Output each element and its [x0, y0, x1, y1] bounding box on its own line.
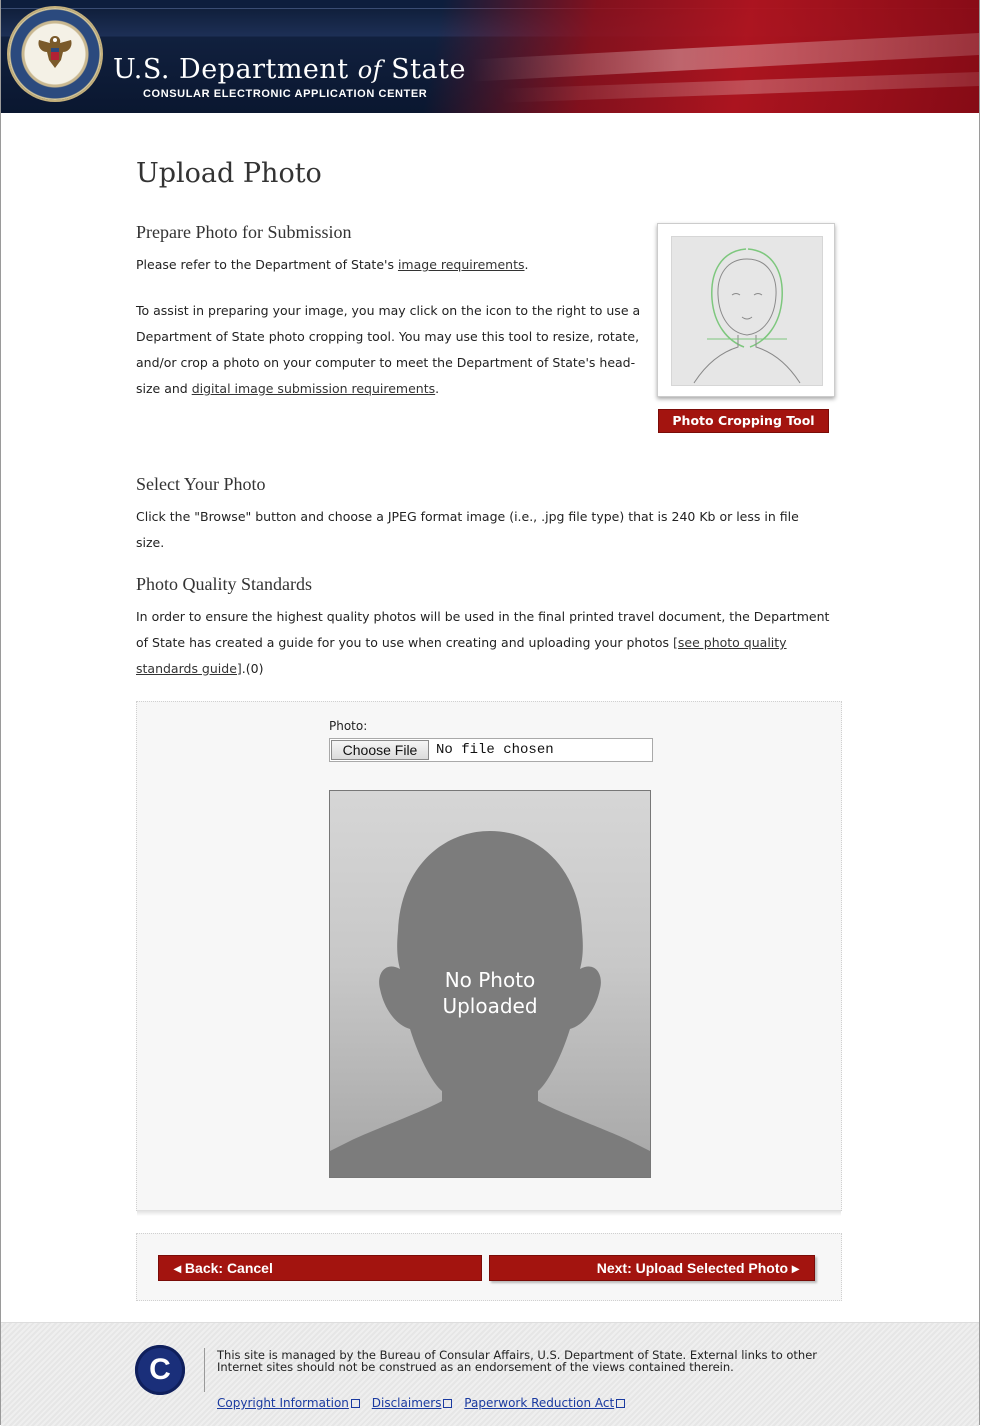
panel-shadow	[137, 1210, 841, 1216]
title-state: State	[382, 54, 466, 85]
site-header: U.S. Department of State CONSULAR ELECTR…	[1, 0, 979, 113]
title-of: of	[357, 56, 383, 84]
paperwork-link-label: Paperwork Reduction Act	[464, 1396, 615, 1410]
paperwork-reduction-link[interactable]: Paperwork Reduction Act	[464, 1396, 626, 1410]
page-title: Upload Photo	[136, 158, 322, 189]
assist-suffix: .	[435, 381, 440, 396]
no-photo-text: No Photo Uploaded	[330, 967, 650, 1019]
select-text: Click the "Browse" button and choose a J…	[136, 509, 799, 550]
quality-heading: Photo Quality Standards	[136, 574, 312, 594]
consular-affairs-logo: C	[135, 1345, 185, 1395]
portrait-sketch-icon	[693, 248, 801, 384]
prepare-assist-text: To assist in preparing your image, you m…	[136, 298, 646, 402]
photo-preview-placeholder: No Photo Uploaded	[329, 790, 651, 1178]
title-main: U.S. Department	[113, 54, 358, 85]
prepare-heading: Prepare Photo for Submission	[136, 222, 352, 242]
header-subtitle: CONSULAR ELECTRONIC APPLICATION CENTER	[143, 88, 428, 100]
external-link-icon	[443, 1399, 453, 1408]
refer-suffix: .	[524, 257, 529, 272]
choose-file-button[interactable]: Choose File	[331, 740, 429, 760]
select-heading: Select Your Photo	[136, 474, 266, 494]
disclaimers-link[interactable]: Disclaimers	[372, 1396, 453, 1410]
external-link-icon	[350, 1399, 360, 1408]
photo-cropping-tool-button[interactable]: Photo Cropping Tool	[658, 409, 829, 433]
file-status-text: No file chosen	[436, 742, 554, 758]
footer-disclaimer-text: This site is managed by the Bureau of Co…	[217, 1348, 818, 1374]
eagle-icon	[38, 36, 72, 68]
digital-image-requirements-link[interactable]: digital image submission requirements	[192, 381, 435, 396]
footer-divider	[204, 1348, 205, 1392]
refer-prefix: Please refer to the Department of State'…	[136, 257, 398, 272]
external-link-icon	[616, 1399, 626, 1408]
prepare-refer-text: Please refer to the Department of State'…	[136, 252, 636, 278]
disclaimers-link-label: Disclaimers	[371, 1396, 442, 1410]
copyright-link-label: Copyright Information	[217, 1396, 349, 1410]
footer-links: Copyright Information Disclaimers Paperw…	[217, 1396, 633, 1410]
logo-letter: C	[149, 1353, 171, 1386]
cropping-thumb-image	[671, 236, 823, 386]
photo-field-label: Photo:	[329, 719, 368, 733]
department-seal-logo[interactable]	[9, 8, 101, 100]
copyright-link[interactable]: Copyright Information	[217, 1396, 360, 1410]
photo-file-input[interactable]: Choose File No file chosen	[329, 738, 653, 762]
no-photo-line2: Uploaded	[442, 994, 538, 1018]
quality-suffix: .(0)	[241, 661, 264, 676]
back-cancel-button[interactable]: ◂ Back: Cancel	[158, 1255, 482, 1281]
next-upload-button[interactable]: Next: Upload Selected Photo ▸	[489, 1255, 815, 1281]
photo-cropping-thumbnail[interactable]	[657, 223, 835, 397]
quality-text: In order to ensure the highest quality p…	[136, 604, 836, 682]
no-photo-line1: No Photo	[444, 968, 536, 992]
image-requirements-link[interactable]: image requirements	[398, 257, 525, 272]
department-title[interactable]: U.S. Department of State	[113, 54, 466, 85]
